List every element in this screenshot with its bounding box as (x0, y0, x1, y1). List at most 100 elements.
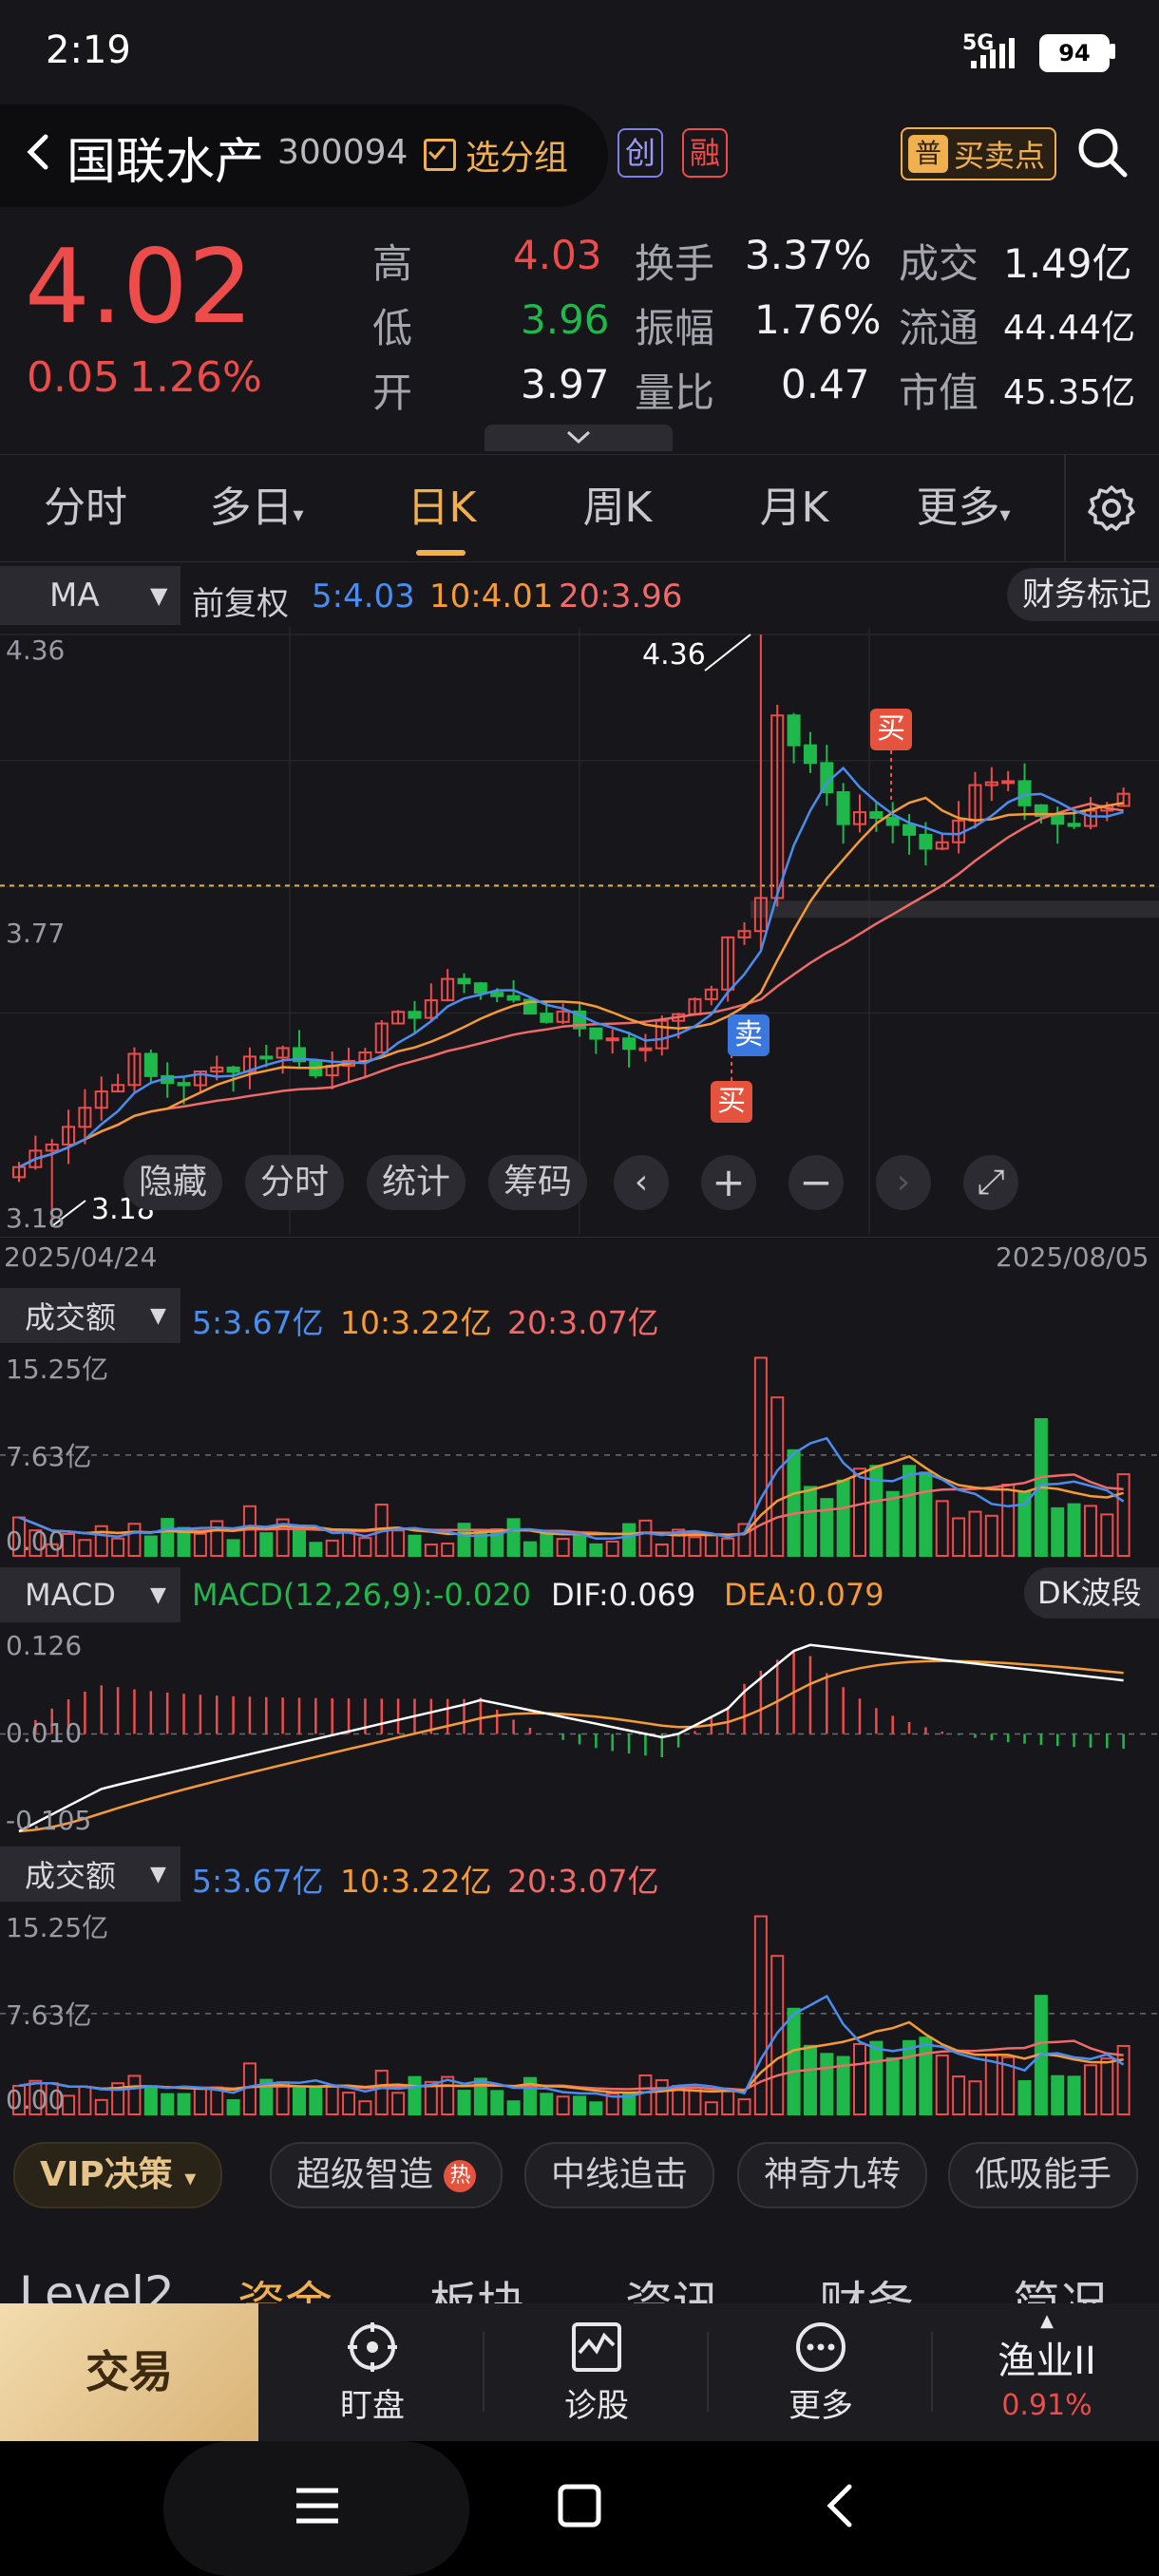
macd-indicator-selector[interactable]: MACD ▼ (0, 1567, 180, 1622)
trade-button[interactable]: 交易 (0, 2303, 258, 2441)
indicator-selector[interactable]: MA ▼ (0, 566, 180, 625)
caret-down-icon: ▼ (150, 1303, 166, 1328)
expand-quote-button[interactable] (484, 425, 673, 451)
feature-low-buy[interactable]: 低吸能手 (948, 2142, 1139, 2208)
finance-mark-button[interactable]: 财务标记 (1007, 568, 1159, 621)
section-tab-finance[interactable]: 财务 (819, 2266, 914, 2308)
buy-marker[interactable]: 买 (870, 709, 912, 750)
volume-bar (374, 2069, 389, 2115)
chips-button[interactable]: 筹码 (488, 1155, 587, 1210)
hide-button[interactable]: 隐藏 (124, 1155, 222, 1210)
kline-candle (408, 1011, 422, 1019)
volume-bar (242, 1505, 256, 1558)
volume-bar (408, 2075, 422, 2116)
diagnose-button[interactable]: 诊股 (521, 2313, 673, 2436)
kline-candle (490, 992, 504, 997)
volume-bar (885, 2056, 900, 2116)
intraday-button[interactable]: 分时 (245, 1155, 344, 1210)
vip-decision-button[interactable]: VIP决策 ▾ (13, 2142, 223, 2208)
section-tab-news[interactable]: 资讯 (625, 2266, 720, 2308)
volume-bar (193, 1532, 207, 1557)
volume-bar (605, 1540, 619, 1558)
feature-super-smart[interactable]: 超级智造 热 (270, 2142, 504, 2208)
volume-bar (358, 1537, 372, 1558)
volume-bar (836, 1479, 850, 1557)
kline-header: MA ▼ 前复权 5:4.03 10:4.01 20:3.96 财务标记 (0, 566, 1159, 625)
ma5-value: 5:4.03 (312, 578, 415, 616)
next-button[interactable]: › (876, 1155, 931, 1210)
kline-candle (869, 811, 884, 819)
volratio-label: 量比 (635, 369, 715, 416)
dk-band-button[interactable]: DK波段 (1024, 1567, 1159, 1619)
low-label: 低 (372, 305, 413, 351)
volume-bar (573, 2095, 586, 2115)
adjust-mode[interactable]: 前复权 (192, 578, 289, 624)
volume2-indicator-selector[interactable]: 成交额 ▼ (0, 1847, 180, 1902)
buysell-button[interactable]: 普 买卖点 (901, 127, 1057, 180)
buy-marker-2[interactable]: 买 (711, 1081, 752, 1123)
feature-magic-nine[interactable]: 神奇九转 (737, 2142, 928, 2208)
chevron-left-icon: ‹ (634, 1163, 649, 1202)
tab-multiday[interactable]: 多日▾ (190, 455, 323, 561)
amplitude-label: 振幅 (635, 305, 715, 351)
caret-down-icon: ▾ (999, 503, 1011, 527)
section-tab-funds[interactable]: 资金 (238, 2266, 332, 2308)
vol-ma5: 5:3.67亿 (192, 1304, 324, 1341)
kline-candle (506, 994, 521, 1001)
volume-bar (1116, 1473, 1130, 1557)
fullscreen-button[interactable]: ⤢ (963, 1155, 1018, 1210)
feature-super-smart-label: 超级智造 (296, 2155, 434, 2194)
volume-bar (94, 1525, 108, 1557)
volume-bar (721, 2089, 735, 2115)
volume-bar (655, 2078, 669, 2116)
kline-candle (1051, 815, 1065, 825)
tab-intraday[interactable]: 分时 (19, 455, 152, 561)
volume-bar (770, 1955, 785, 2115)
settings-gear-icon[interactable] (1087, 483, 1136, 533)
sector-button[interactable]: ▲ 渔业II 0.91% (950, 2313, 1144, 2436)
back-nav-icon[interactable] (817, 2481, 866, 2534)
resistance-band (750, 900, 1159, 919)
stock-code: 300094 (277, 133, 408, 172)
mcap-value: 45.35亿 (1003, 373, 1136, 412)
volratio-value: 0.47 (781, 361, 870, 407)
section-tab-level2[interactable]: Level2 (19, 2266, 175, 2308)
volume-bar (441, 2075, 455, 2115)
volume-title: 成交额 (25, 1299, 117, 1335)
diagnose-label: 诊股 (564, 2387, 629, 2425)
feature-midline[interactable]: 中线追击 (524, 2142, 715, 2208)
watch-button[interactable]: 盯盘 (296, 2313, 448, 2436)
menu-icon[interactable] (293, 2481, 342, 2534)
kline-candle (836, 791, 850, 825)
date-end: 2025/08/05 (996, 1241, 1150, 1273)
section-tab-sector[interactable]: 板块 (429, 2266, 524, 2308)
home-icon[interactable] (555, 2481, 604, 2534)
macd-header: MACD ▼ MACD(12,26,9):-0.020 DIF:0.069 DE… (0, 1567, 1159, 1626)
volume-bar (506, 2100, 521, 2116)
section-tab-profile[interactable]: 简况 (1013, 2266, 1108, 2308)
status-bar: 2:19 5G 94 (0, 0, 1159, 104)
tab-daily-k[interactable]: 日K (380, 455, 504, 561)
vol-ma20-line (18, 2039, 1124, 2092)
tab-monthly-k[interactable]: 月K (728, 455, 861, 561)
vol2-y-top: 15.25亿 (6, 1912, 109, 1943)
volume-indicator-selector[interactable]: 成交额 ▼ (0, 1288, 180, 1343)
system-nav-bar (0, 2441, 1159, 2576)
tab-weekly-k[interactable]: 周K (551, 455, 684, 561)
checkbox-icon (424, 139, 456, 171)
search-icon[interactable] (1074, 123, 1130, 180)
more-button[interactable]: 更多 (745, 2313, 897, 2436)
select-group-button[interactable]: 选分组 (424, 130, 568, 180)
tab-more[interactable]: 更多▾ (897, 455, 1030, 561)
zoom-out-button[interactable]: − (788, 1155, 844, 1210)
kline-chart[interactable]: 4.36 3.77 3.18 4.36 3.18 买 卖 买 隐藏 分时 统计 … (0, 627, 1159, 1235)
chuang-badge: 创 (618, 128, 663, 178)
volume-bar (1083, 1505, 1097, 1558)
volume-bar (325, 2085, 339, 2115)
back-icon[interactable] (11, 125, 65, 179)
zoom-in-button[interactable]: + (701, 1155, 756, 1210)
sell-marker[interactable]: 卖 (728, 1014, 770, 1056)
stats-button[interactable]: 统计 (367, 1155, 466, 1210)
volume-bar (424, 1544, 438, 1557)
prev-button[interactable]: ‹ (614, 1155, 669, 1210)
